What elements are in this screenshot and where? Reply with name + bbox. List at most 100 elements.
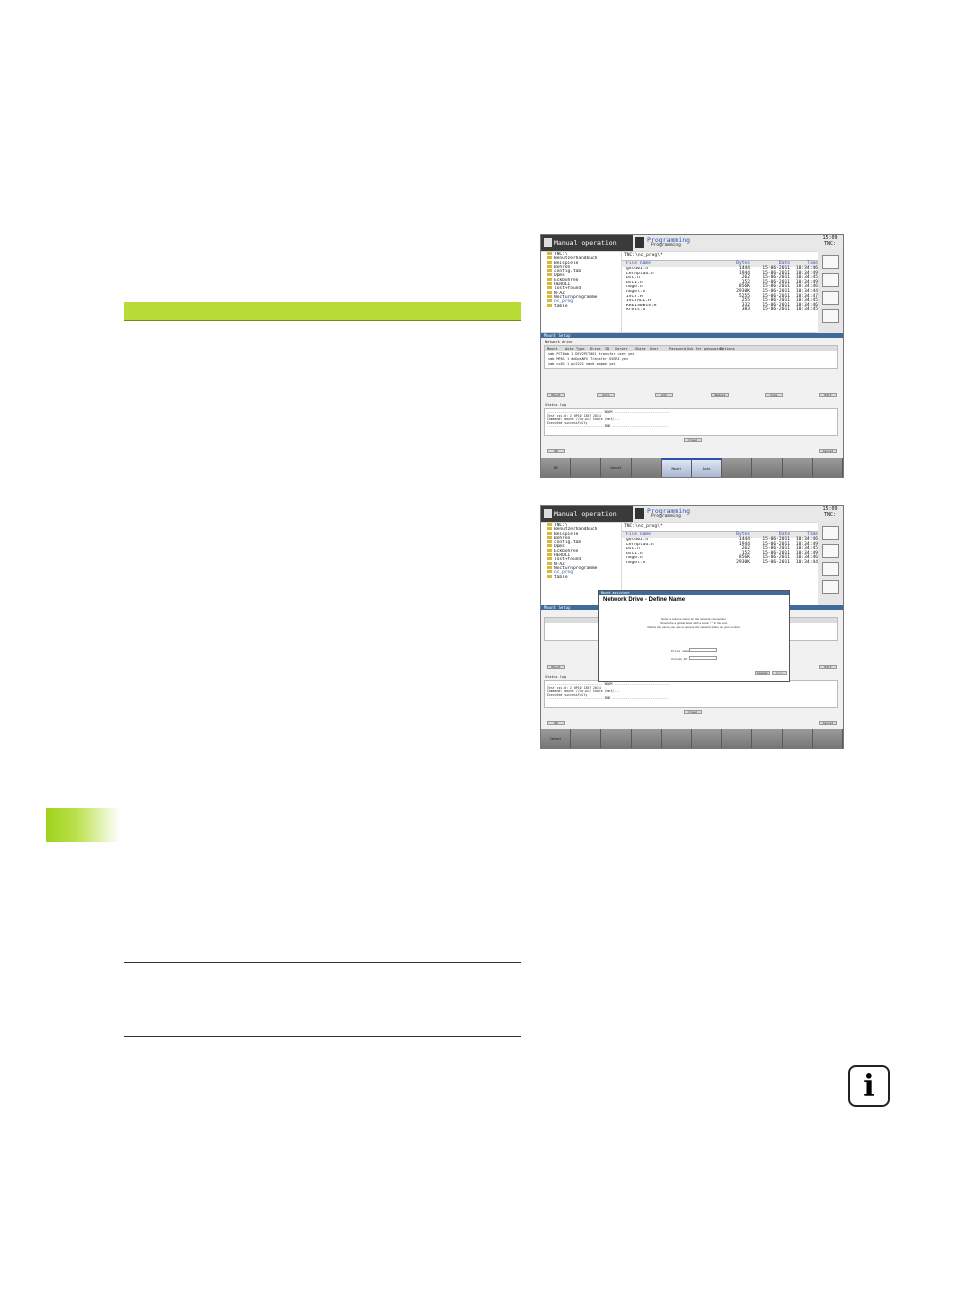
softkey[interactable] xyxy=(782,729,813,748)
modal-description: Enter a volume name for the network conn… xyxy=(647,617,741,629)
table-column-header: Server xyxy=(615,346,628,351)
edit-button[interactable]: Edit xyxy=(819,393,837,397)
file-path: TNC:\nc_prog\* xyxy=(622,252,818,261)
clock-sub: TNC: xyxy=(823,241,837,247)
mode-title: Manual operation xyxy=(554,510,617,518)
mode-icon xyxy=(544,238,552,247)
softkey[interactable] xyxy=(571,729,602,748)
softkey[interactable] xyxy=(601,729,632,748)
clear-button[interactable]: Clear xyxy=(684,710,702,714)
table-column-header: Mount xyxy=(547,346,558,351)
network-drive-table[interactable]: Mount Auto Type Drive ID Server Share User Passw… xyxy=(544,345,838,369)
softkey[interactable] xyxy=(571,458,602,477)
softkey[interactable]: Cancel xyxy=(601,458,632,477)
softkey[interactable] xyxy=(752,729,783,748)
ok-button[interactable]: OK xyxy=(547,449,565,453)
auto-button[interactable]: Auto xyxy=(597,393,615,397)
table-column-header: Password xyxy=(669,346,686,351)
add-button[interactable]: Add xyxy=(655,393,673,397)
tree-item[interactable]: table xyxy=(541,304,621,308)
softkey[interactable] xyxy=(692,729,723,748)
modal-title: Network Drive - Define Name xyxy=(603,597,686,603)
section-header-underline xyxy=(124,320,521,321)
define-name-modal: Mount assistant Network Drive - Define N… xyxy=(598,590,790,682)
clock: 15:09 TNC: xyxy=(817,235,843,251)
cancel-button[interactable]: Cancel xyxy=(819,721,837,725)
status-log-label: Status log xyxy=(545,675,567,679)
vsk-machine-4[interactable] xyxy=(822,580,839,594)
programming-icon xyxy=(635,237,644,248)
table-row[interactable]: smb nc01 1 pc2221 nmnb smpme yes xyxy=(548,362,615,366)
modal-cancel-button[interactable]: Cancel xyxy=(755,671,770,675)
file-rows: gold01.h 1444 15-06-2011 10:34:46 Lernplau.h… xyxy=(622,537,818,566)
softkey[interactable] xyxy=(661,729,693,748)
softkey[interactable] xyxy=(812,458,843,477)
softkey[interactable] xyxy=(782,458,813,477)
file-row[interactable]: kreis.h 383 15-06-2011 10:34:45 xyxy=(622,308,818,313)
table-header: Mount Auto Type Drive ID Server Share User Passw… xyxy=(545,346,837,351)
mode-icon xyxy=(544,509,552,518)
mount-button[interactable]: Mount xyxy=(547,393,565,397)
clock-sub: TNC: xyxy=(823,512,837,518)
file-rows: gold01.h 1444 15-06-2011 10:34:46 Lernplau.h… xyxy=(622,266,818,313)
vsk-machine-3[interactable] xyxy=(822,562,839,576)
screenshot-define-name: Manual operation Programming Programming… xyxy=(540,505,844,749)
table-row[interactable]: smb MP01 1 deDpsNFS Transfer USER1 yes xyxy=(548,357,628,361)
programming-subtitle: Programming xyxy=(651,514,681,519)
table-row[interactable]: smb PCT0ab 1 DEV2PCT001 transfer user ye… xyxy=(548,352,634,356)
softkey[interactable] xyxy=(631,458,662,477)
status-log: ----------------------------- BOOM -----… xyxy=(544,680,838,708)
softkey[interactable] xyxy=(722,458,753,477)
status-log: ----------------------------- BOOM -----… xyxy=(544,408,838,436)
tree-item[interactable]: table xyxy=(541,575,621,579)
remove-button[interactable]: Remove xyxy=(711,393,729,397)
clear-button[interactable]: Clear xyxy=(684,438,702,442)
cancel-button[interactable]: Cancel xyxy=(819,449,837,453)
softkey[interactable] xyxy=(812,729,843,748)
softkey[interactable] xyxy=(752,458,783,477)
mount-button[interactable]: Mount xyxy=(547,665,565,669)
table-column-header: Drive xyxy=(590,346,601,351)
softkey[interactable]: Mount xyxy=(661,458,693,477)
ok-button[interactable]: OK xyxy=(547,721,565,725)
vsk-machine-1[interactable] xyxy=(822,255,839,269)
note-rule-bottom xyxy=(124,1036,521,1037)
log-line: ----------------------------- END ------… xyxy=(547,696,668,701)
volume-id-input[interactable] xyxy=(689,656,717,660)
table-column-header: Type xyxy=(576,346,585,351)
programming-header: Programming Programming xyxy=(633,235,817,251)
vertical-softkeys xyxy=(817,251,843,335)
modal-titlebar: Mount assistant xyxy=(599,591,789,595)
file-path: TNC:\nc_prog\* xyxy=(622,523,818,532)
copy-button[interactable]: Copy xyxy=(765,393,783,397)
table-column-header: Auto xyxy=(565,346,574,351)
drive-name-input[interactable] xyxy=(689,648,717,652)
table-column-header: ID xyxy=(605,346,610,351)
file-list[interactable]: TNC:\nc_prog\* File name Bytes Date Time go… xyxy=(622,252,818,332)
softkey[interactable]: Auto xyxy=(692,458,723,477)
vsk-machine-2[interactable] xyxy=(822,544,839,558)
mode-title: Manual operation xyxy=(554,239,617,247)
vsk-machine-3[interactable] xyxy=(822,291,839,305)
softkey[interactable]: Cancel xyxy=(541,729,572,748)
vsk-machine-4[interactable] xyxy=(822,309,839,323)
volume-id-label: Volume ID xyxy=(671,657,688,661)
softkey[interactable] xyxy=(722,729,753,748)
note-rule-top xyxy=(124,962,521,963)
directory-tree[interactable]: TNC:\ Benutzerhandbuch Beispiele Bohren conf… xyxy=(541,252,621,332)
vertical-softkeys xyxy=(817,522,843,606)
modal-next-button[interactable]: Next xyxy=(772,671,787,675)
softkey[interactable]: OK xyxy=(541,458,572,477)
network-drive-label: Network drive xyxy=(545,340,573,344)
vsk-machine-1[interactable] xyxy=(822,526,839,540)
programming-icon xyxy=(635,508,644,519)
chapter-tab xyxy=(46,808,120,842)
status-log-label: Status log xyxy=(545,403,567,407)
vsk-machine-2[interactable] xyxy=(822,273,839,287)
log-line: ----------------------------- END ------… xyxy=(547,424,668,429)
edit-button[interactable]: Edit xyxy=(819,665,837,669)
softkey[interactable] xyxy=(631,729,662,748)
file-row[interactable]: hugel.h 2930K 15-06-2011 10:34:44 xyxy=(622,560,818,566)
table-column-header: User xyxy=(650,346,659,351)
section-header-bar xyxy=(124,302,521,320)
